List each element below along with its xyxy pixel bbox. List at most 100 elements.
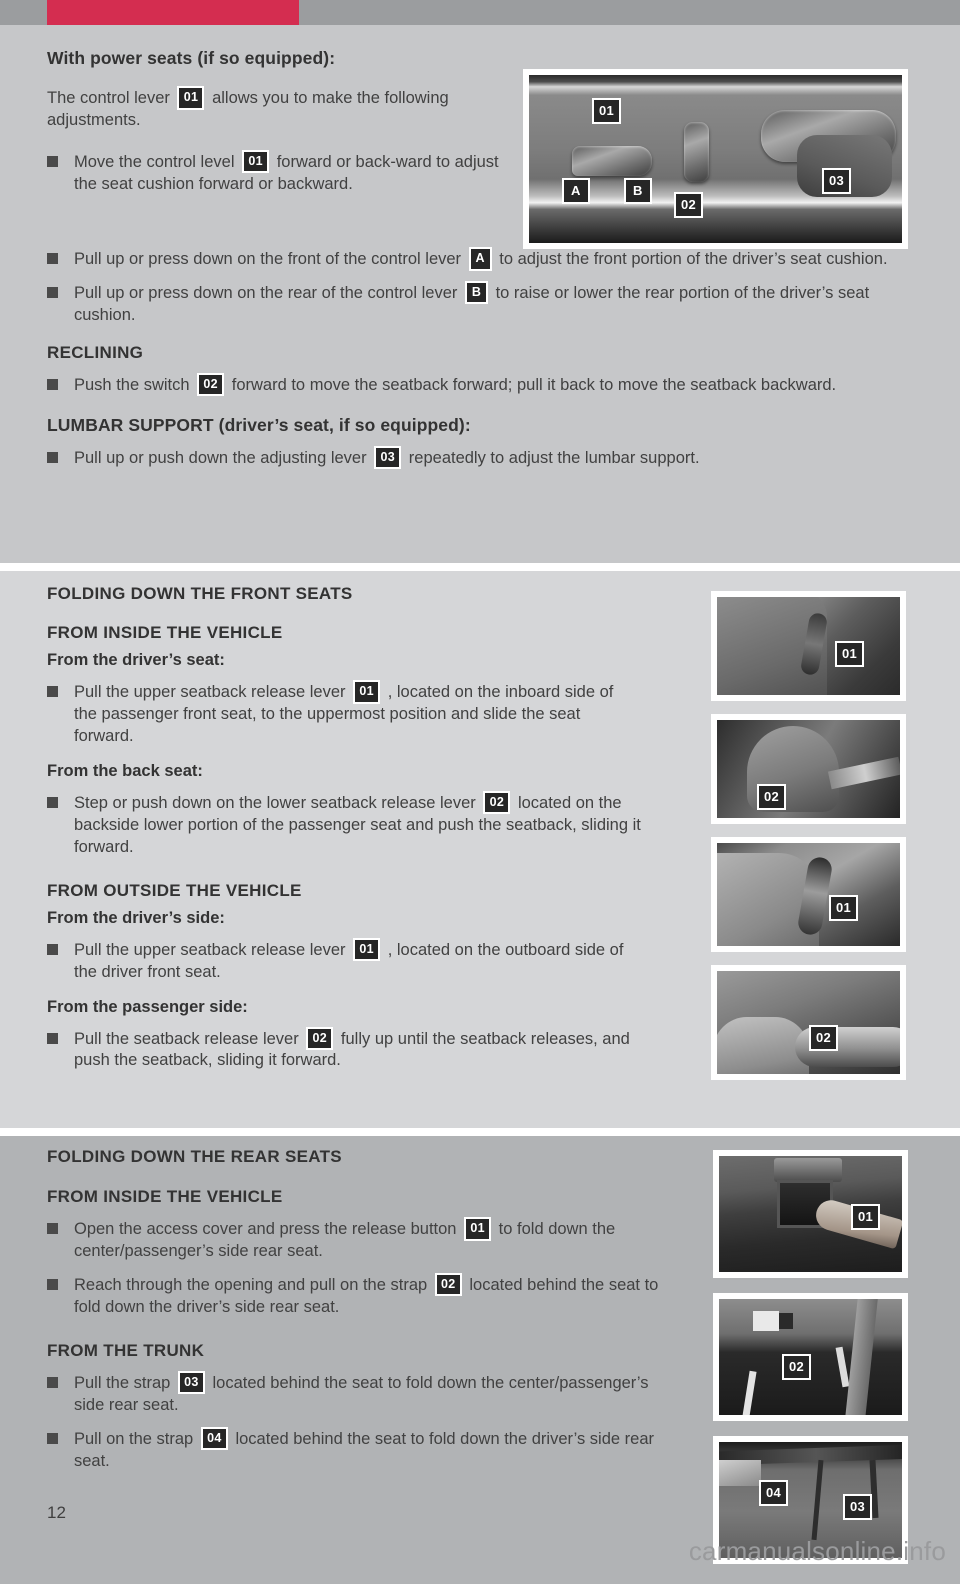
access-cover: [774, 1158, 842, 1182]
section1-left-column: With power seats (if so equipped): The c…: [47, 48, 502, 206]
photo-inner: 02: [719, 1299, 902, 1415]
photo-inner: 02: [717, 720, 900, 818]
bullet-text-before: Pull the strap: [74, 1373, 171, 1392]
photo-tag-b: B: [624, 178, 652, 204]
seat-cushion-control-lever: [572, 146, 652, 176]
photo-tag-02: 02: [757, 784, 787, 810]
photo-inner: 01: [717, 597, 900, 695]
callout-chip-01: 01: [353, 937, 381, 962]
page-number: 12: [47, 1503, 66, 1522]
bullet-access-cover-release: Open the access cover and press the rele…: [47, 1217, 702, 1263]
bullet-trunk-strap-04: Pull on the strap 04 located behind the …: [47, 1426, 677, 1473]
page-top-band: [0, 0, 960, 25]
photo-tag-01: 01: [835, 641, 865, 667]
bullet-square-icon: [47, 1032, 58, 1044]
bullet-square-icon: [47, 1376, 58, 1388]
photo-inner: 02: [717, 971, 900, 1074]
callout-chip-02: 02: [483, 790, 511, 815]
lower-seatback-release-lever-photo: 02: [711, 714, 906, 824]
section-power-seats: With power seats (if so equipped): The c…: [0, 25, 960, 563]
photo-tag-01: 01: [829, 895, 859, 921]
bullet-text-before: Open the access cover and press the rele…: [74, 1220, 457, 1238]
lumbar-support-heading: LUMBAR SUPPORT (driver’s seat, if so equ…: [47, 414, 471, 435]
bullet-text: Pull up or press down on the front of th…: [74, 247, 907, 271]
section2-text-column: FOLDING DOWN THE FRONT SEATS FROM INSIDE…: [47, 584, 672, 1072]
callout-chip-a: A: [468, 247, 492, 271]
section-folding-rear-seats: FOLDING DOWN THE REAR SEATS FROM INSIDE …: [0, 1136, 960, 1584]
section1-wide-column: Pull up or press down on the front of th…: [47, 247, 907, 470]
section3-text-column: FOLDING DOWN THE REAR SEATS FROM INSIDE …: [47, 1147, 707, 1473]
bullet-text-before: Pull the upper seatback release lever: [74, 940, 346, 959]
bullet-square-icon: [47, 943, 58, 955]
bullet-reclining: Push the switch 02 forward to move the s…: [47, 372, 907, 397]
latch-plate: [753, 1311, 779, 1331]
bullet-text-after: to adjust the front portion of the drive…: [499, 250, 888, 268]
bullet-text-before: Pull the upper seatback release lever: [74, 683, 346, 701]
hand: [719, 1460, 761, 1486]
photo-tag-02: 02: [809, 1025, 839, 1051]
section3-heading: FOLDING DOWN THE REAR SEATS: [47, 1147, 342, 1166]
latch-slot: [779, 1313, 793, 1329]
section2-heading: FOLDING DOWN THE FRONT SEATS: [47, 584, 353, 603]
from-passenger-side-heading: From the passenger side:: [47, 997, 248, 1016]
bullet-move-control-lever: Move the control level 01 forward or bac…: [47, 149, 502, 196]
bullet-rear-control-lever: Pull up or press down on the rear of the…: [47, 280, 907, 327]
bullet-text-before: Pull up or press down on the rear of the…: [74, 283, 458, 302]
photo-tag-01: 01: [592, 98, 622, 124]
bullet-text: Pull the strap 03 located behind the sea…: [74, 1370, 677, 1417]
bullet-text-before: Pull on the strap: [74, 1429, 194, 1448]
upper-seatback-release-lever-inboard-photo: 01: [711, 591, 906, 701]
bullet-text: Pull on the strap 04 located behind the …: [74, 1426, 677, 1473]
callout-chip-01: 01: [464, 1217, 492, 1241]
from-outside-vehicle-heading: FROM OUTSIDE THE VEHICLE: [47, 880, 302, 900]
bullet-lumbar: Pull up or push down the adjusting lever…: [47, 445, 907, 470]
reclining-heading: RECLINING: [47, 342, 144, 362]
bullet-text: Push the switch 02 forward to move the s…: [74, 372, 907, 397]
bullet-square-icon: [47, 286, 58, 298]
accent-bar: [47, 0, 299, 25]
bullet-upper-seatback-inboard: Pull the upper seatback release lever 01…: [47, 680, 637, 748]
rear-seat-strap-opening-photo: 02: [713, 1293, 908, 1421]
from-the-trunk-heading: FROM THE TRUNK: [47, 1340, 205, 1360]
bullet-text-before: Pull the seatback release lever: [74, 1029, 299, 1048]
photo-inner: 01: [717, 843, 900, 946]
photo-inner: 01 A B 02 03: [529, 75, 902, 243]
watermark: carmanualsonline.info: [688, 1536, 946, 1566]
bullet-square-icon: [47, 686, 58, 697]
callout-chip-02: 02: [306, 1026, 334, 1050]
bullet-text: Reach through the opening and pull on th…: [74, 1272, 687, 1319]
bullet-text-after: forward to move the seatback forward; pu…: [231, 375, 837, 394]
bullet-text-before: Step or push down on the lower seatback …: [74, 793, 476, 812]
bullet-text: Open the access cover and press the rele…: [74, 1217, 702, 1263]
rear-seat-release-button-photo: 01: [713, 1150, 908, 1278]
callout-chip-02: 02: [434, 1272, 462, 1297]
callout-chip-02: 02: [197, 372, 225, 397]
section-folding-front-seats: FOLDING DOWN THE FRONT SEATS FROM INSIDE…: [0, 571, 960, 1128]
photo-tag-01: 01: [851, 1204, 881, 1230]
bullet-trunk-strap-03: Pull the strap 03 located behind the sea…: [47, 1370, 677, 1417]
bullet-text-before: Pull up or push down the adjusting lever: [74, 448, 367, 467]
callout-chip-01: 01: [242, 149, 270, 174]
bullet-square-icon: [47, 253, 58, 264]
bullet-text: Pull the upper seatback release lever 01…: [74, 680, 637, 748]
photo-tag-a: A: [562, 178, 590, 204]
callout-chip-01: 01: [353, 680, 381, 704]
section1-intro: The control lever 01 allows you to make …: [47, 86, 502, 132]
bullet-text-before: Push the switch: [74, 375, 190, 394]
recline-switch: [684, 122, 709, 182]
photo-tag-02: 02: [674, 192, 704, 218]
bullet-square-icon: [47, 451, 58, 463]
section1-heading: With power seats (if so equipped):: [47, 48, 336, 68]
callout-chip-03: 03: [177, 1370, 205, 1395]
rear-from-inside-heading: FROM INSIDE THE VEHICLE: [47, 1187, 283, 1206]
bullet-square-icon: [47, 796, 58, 808]
from-drivers-seat-heading: From the driver’s seat:: [47, 651, 225, 669]
from-inside-vehicle-heading: FROM INSIDE THE VEHICLE: [47, 623, 283, 642]
bullet-upper-seatback-outboard: Pull the upper seatback release lever 01…: [47, 937, 637, 984]
callout-chip-04: 04: [200, 1426, 228, 1451]
bullet-lower-seatback-release: Step or push down on the lower seatback …: [47, 790, 667, 859]
bullet-text: Pull up or press down on the rear of the…: [74, 280, 907, 327]
callout-chip-01: 01: [177, 86, 205, 110]
callout-chip-b: B: [464, 280, 488, 305]
bullet-text: Pull up or push down the adjusting lever…: [74, 445, 907, 470]
